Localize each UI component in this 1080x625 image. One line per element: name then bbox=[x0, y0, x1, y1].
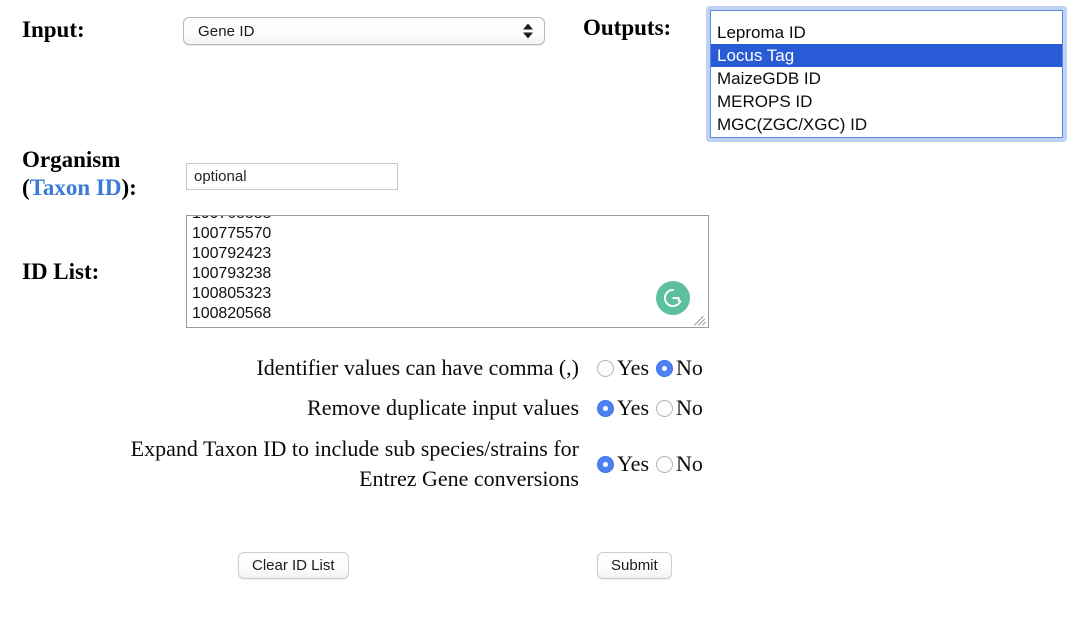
textarea-resize-grip[interactable] bbox=[693, 312, 707, 326]
id-list-line: 100820568 bbox=[192, 305, 272, 322]
radio-circle-expand-taxon-no[interactable] bbox=[656, 455, 674, 473]
listbox-item-selected[interactable]: Locus Tag bbox=[711, 44, 1062, 67]
input-type-select-value: Gene ID bbox=[198, 22, 255, 40]
radio-circle-duplicates-no[interactable] bbox=[656, 399, 674, 417]
radio-option-comma-yes[interactable]: Yes bbox=[597, 357, 656, 379]
radio-group-duplicates: Yes No bbox=[597, 397, 710, 419]
updown-arrows-icon bbox=[523, 23, 533, 39]
organism-label-line1: Organism bbox=[22, 147, 121, 172]
id-list-label: ID List: bbox=[22, 259, 100, 284]
option-label-duplicates: Remove duplicate input values bbox=[307, 395, 579, 420]
organism-paren-close: ): bbox=[121, 175, 137, 200]
id-list-line: 100793238 bbox=[192, 265, 272, 282]
radio-circle-comma-yes[interactable] bbox=[597, 359, 614, 377]
radio-label-duplicates-yes: Yes bbox=[617, 395, 650, 420]
radio-circle-expand-taxon-yes[interactable] bbox=[597, 455, 614, 473]
input-label: Input: bbox=[22, 17, 85, 42]
id-list-line: 100792423 bbox=[192, 245, 272, 262]
radio-group-expand-taxon: Yes No bbox=[597, 453, 710, 475]
option-label-expand-taxon-line2: Entrez Gene conversions bbox=[359, 466, 579, 491]
listbox-item[interactable]: MEROPS ID bbox=[711, 90, 1062, 113]
id-list-line: 100768888 bbox=[187, 216, 708, 224]
radio-option-duplicates-no[interactable]: No bbox=[656, 397, 710, 419]
radio-option-expand-taxon-no[interactable]: No bbox=[656, 453, 710, 475]
option-label-expand-taxon: Expand Taxon ID to include sub species/s… bbox=[36, 434, 579, 494]
organism-taxon-input[interactable]: optional bbox=[186, 163, 398, 190]
radio-option-expand-taxon-yes[interactable]: Yes bbox=[597, 453, 656, 475]
radio-circle-comma-no[interactable] bbox=[656, 359, 674, 377]
submit-button[interactable]: Submit bbox=[597, 552, 672, 579]
listbox-item[interactable]: MGC(ZGC/XGC) ID bbox=[711, 113, 1062, 136]
listbox-item[interactable]: Leproma ID bbox=[711, 21, 1062, 44]
option-row-duplicates: Remove duplicate input values Yes No bbox=[196, 393, 710, 423]
listbox-item[interactable]: MaizeGDB ID bbox=[711, 67, 1062, 90]
outputs-label: Outputs: bbox=[583, 15, 672, 40]
option-label-expand-taxon-line1: Expand Taxon ID to include sub species/s… bbox=[130, 436, 579, 461]
radio-circle-duplicates-yes[interactable] bbox=[597, 399, 614, 417]
option-label-comma: Identifier values can have comma (,) bbox=[256, 355, 579, 380]
listbox-item-partial[interactable] bbox=[711, 11, 1062, 21]
radio-label-expand-taxon-yes: Yes bbox=[617, 451, 650, 476]
radio-label-expand-taxon-no: No bbox=[676, 451, 703, 476]
radio-label-duplicates-no: No bbox=[676, 395, 703, 420]
organism-paren-open: ( bbox=[22, 175, 30, 200]
clear-id-list-button[interactable]: Clear ID List bbox=[238, 552, 349, 579]
option-row-comma: Identifier values can have comma (,) Yes… bbox=[196, 353, 710, 383]
radio-group-comma: Yes No bbox=[597, 357, 710, 379]
id-list-line: 100775570 bbox=[192, 225, 272, 242]
organism-label: Organism (Taxon ID): bbox=[22, 146, 137, 202]
id-list-textarea[interactable]: 100768888 100775570 100792423 100793238 … bbox=[186, 215, 709, 328]
grammarly-icon[interactable] bbox=[656, 281, 690, 315]
outputs-listbox-scroll-content: Leproma ID Locus Tag MaizeGDB ID MEROPS … bbox=[711, 11, 1062, 136]
taxon-id-link[interactable]: Taxon ID bbox=[30, 175, 122, 200]
radio-label-comma-yes: Yes bbox=[617, 355, 650, 380]
option-row-expand-taxon: Expand Taxon ID to include sub species/s… bbox=[36, 434, 710, 494]
id-list-line: 100805323 bbox=[192, 285, 272, 302]
outputs-listbox-focus-ring: Leproma ID Locus Tag MaizeGDB ID MEROPS … bbox=[706, 6, 1067, 142]
input-type-select[interactable]: Gene ID bbox=[183, 17, 545, 45]
conversion-form-page: Input: Gene ID Outputs: Leproma ID Locus… bbox=[0, 0, 1080, 625]
id-list-scroll-content: 100768888 100775570 100792423 100793238 … bbox=[187, 216, 708, 324]
radio-option-duplicates-yes[interactable]: Yes bbox=[597, 397, 656, 419]
organism-label-line2: (Taxon ID): bbox=[22, 174, 137, 202]
outputs-listbox[interactable]: Leproma ID Locus Tag MaizeGDB ID MEROPS … bbox=[710, 10, 1063, 138]
radio-label-comma-no: No bbox=[676, 355, 703, 380]
radio-option-comma-no[interactable]: No bbox=[656, 357, 710, 379]
